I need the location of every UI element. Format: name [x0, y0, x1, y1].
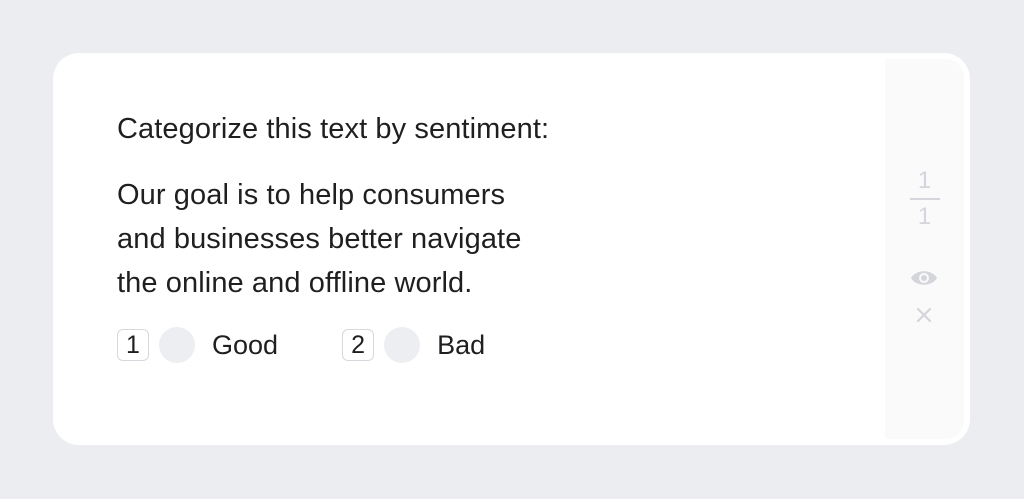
eye-icon[interactable]: [910, 267, 938, 289]
counter-numerator: 1: [917, 167, 932, 194]
hotkey-badge: 2: [342, 329, 375, 361]
task-card: Categorize this text by sentiment: Our g…: [53, 53, 970, 445]
task-content: Categorize this text by sentiment: Our g…: [117, 111, 817, 363]
option-label: Good: [212, 330, 279, 360]
close-icon[interactable]: [916, 307, 932, 323]
counter-divider: [909, 198, 940, 200]
option-good[interactable]: 1 Good: [117, 327, 278, 363]
side-panel: 1 1: [885, 59, 964, 439]
option-label: Bad: [437, 330, 486, 360]
answer-options: 1 Good 2 Bad: [117, 327, 817, 363]
task-prompt: Categorize this text by sentiment:: [117, 113, 550, 145]
sample-text-line: Our goal is to help consumers: [117, 179, 506, 211]
task-counter: 1 1: [885, 169, 964, 229]
radio-button-good[interactable]: [159, 327, 195, 363]
radio-button-bad[interactable]: [384, 327, 421, 363]
sample-text: Our goal is to help consumers and busine…: [117, 173, 817, 305]
counter-denominator: 1: [917, 202, 932, 230]
option-bad[interactable]: 2 Bad: [342, 327, 485, 363]
sample-text-line: the online and offline world.: [117, 267, 473, 299]
hotkey-badge: 1: [117, 329, 149, 361]
sample-text-line: and businesses better navigate: [117, 223, 522, 255]
